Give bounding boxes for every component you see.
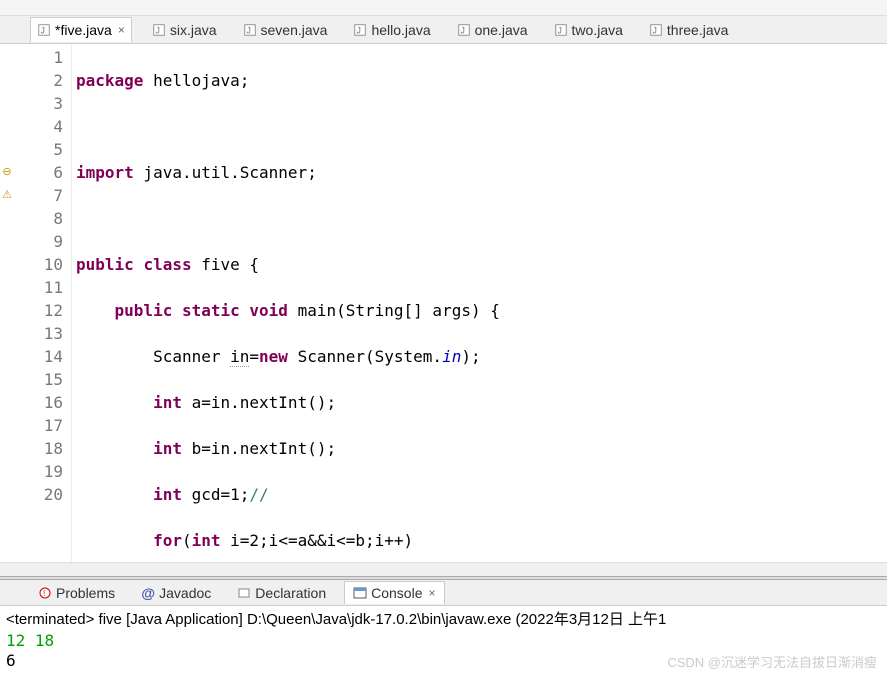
close-icon[interactable]: × [429,586,436,600]
tab-console[interactable]: Console × [344,581,444,604]
javadoc-icon: @ [141,586,155,600]
tab-declaration[interactable]: Declaration [229,582,334,604]
tab-label: *five.java [55,22,112,38]
tab-label: Javadoc [159,585,211,601]
svg-text:J: J [460,25,464,35]
problems-icon: ! [38,586,52,600]
java-file-icon: J [243,23,257,37]
tab-two-java[interactable]: J two.java [548,18,629,42]
tab-javadoc[interactable]: @ Javadoc [133,582,219,604]
java-file-icon: J [353,23,367,37]
console-icon [353,586,367,600]
console-panel: <terminated> five [Java Application] D:\… [0,606,887,677]
console-stdout: 6 [6,651,881,671]
warning-marker-icon: ⊖ [0,161,14,184]
tab-label: six.java [170,22,217,38]
code-editor[interactable]: ⊖ ⚠ 1234567891011121314151617181920 pack… [0,44,887,562]
tab-label: Declaration [255,585,326,601]
bottom-panel-tabs: ! Problems @ Javadoc Declaration Console… [0,580,887,606]
tab-label: Console [371,585,422,601]
svg-text:J: J [557,25,561,35]
tab-label: seven.java [261,22,328,38]
java-file-icon: J [649,23,663,37]
editor-tabs: J *five.java × J six.java J seven.java J… [0,16,887,44]
horizontal-scrollbar[interactable] [0,562,887,576]
svg-text:J: J [652,25,656,35]
java-file-icon: J [152,23,166,37]
java-file-icon: J [37,23,51,37]
marker-column: ⊖ ⚠ [0,44,14,562]
close-icon[interactable]: × [118,23,125,37]
tab-label: one.java [475,22,528,38]
tab-label: two.java [572,22,623,38]
tab-seven-java[interactable]: J seven.java [237,18,334,42]
tab-six-java[interactable]: J six.java [146,18,223,42]
tab-three-java[interactable]: J three.java [643,18,734,42]
tab-five-java[interactable]: J *five.java × [30,17,132,42]
svg-text:J: J [357,25,361,35]
tab-problems[interactable]: ! Problems [30,582,123,604]
tab-one-java[interactable]: J one.java [451,18,534,42]
svg-text:J: J [41,26,45,36]
console-stdin: 12 18 [6,631,881,651]
svg-text:J: J [246,25,250,35]
java-file-icon: J [457,23,471,37]
java-file-icon: J [554,23,568,37]
console-output[interactable]: 12 18 6 [0,631,887,677]
declaration-icon [237,586,251,600]
console-status: <terminated> five [Java Application] D:\… [0,606,887,631]
tab-label: hello.java [371,22,430,38]
line-numbers: 1234567891011121314151617181920 [14,44,72,562]
code-area[interactable]: package hellojava; import java.util.Scan… [72,44,887,562]
svg-text:!: ! [43,589,45,598]
tab-hello-java[interactable]: J hello.java [347,18,436,42]
tab-label: three.java [667,22,728,38]
svg-text:J: J [155,25,159,35]
main-toolbar [0,0,887,16]
warning-marker-icon: ⚠ [0,184,14,207]
tab-label: Problems [56,585,115,601]
